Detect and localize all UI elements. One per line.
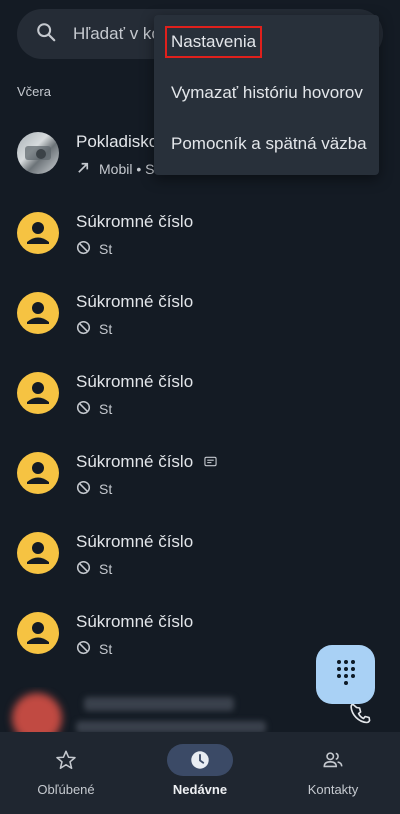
menu-item-label: Nastavenia: [164, 26, 263, 58]
nav-label: Nedávne: [172, 782, 228, 797]
menu-item-label: Vymazať históriu hovorov: [171, 83, 363, 102]
search-input[interactable]: Hľadať v ko: [73, 24, 161, 44]
nav-label: Obľúbené: [37, 782, 95, 797]
call-detail-text: St: [99, 401, 113, 417]
call-row[interactable]: Súkromné číslo St: [0, 512, 400, 592]
menu-item-label: Pomocník a spätná väzba: [171, 134, 367, 153]
nav-label: Kontakty: [307, 782, 359, 797]
dialpad-button[interactable]: [316, 645, 375, 704]
blocked-icon: [76, 560, 99, 578]
caller-name: Súkromné číslo: [76, 372, 194, 391]
dialpad-icon: [334, 658, 358, 691]
call-detail: St: [76, 400, 112, 418]
blurred-call-detail: [76, 721, 266, 732]
overflow-menu: Nastavenia Vymazať históriu hovorov Pomo…: [154, 15, 379, 175]
call-detail-text: St: [99, 561, 113, 577]
blocked-icon: [76, 240, 99, 258]
call-detail-text: St: [99, 321, 113, 337]
call-detail-text: Mobil • S: [99, 161, 155, 177]
nav-item-favorites[interactable]: Obľúbené: [16, 744, 116, 797]
bottom-nav: Obľúbené Nedávne Kontakty: [0, 732, 400, 814]
menu-item-help-feedback[interactable]: Pomocník a spätná väzba: [154, 119, 379, 169]
call-detail-text: St: [99, 241, 113, 257]
blurred-caller-name: [84, 697, 234, 711]
menu-item-clear-history[interactable]: Vymazať históriu hovorov: [154, 68, 379, 118]
nav-item-contacts[interactable]: Kontakty: [283, 744, 383, 797]
menu-item-settings[interactable]: Nastavenia: [154, 17, 379, 67]
call-detail: St: [76, 640, 112, 658]
section-header-yesterday: Včera: [17, 84, 51, 99]
clock-icon: [167, 744, 233, 776]
call-row[interactable]: Súkromné číslo St: [0, 192, 400, 272]
blocked-icon: [76, 640, 99, 658]
avatar: [17, 132, 59, 174]
caller-name: Súkromné číslo: [76, 452, 217, 473]
outgoing-arrow-icon: [76, 160, 99, 178]
call-row[interactable]: Súkromné číslo St: [0, 272, 400, 352]
caller-name: Pokladisko: [76, 132, 159, 151]
blocked-icon: [76, 320, 99, 338]
call-row[interactable]: Súkromné číslo St: [0, 432, 400, 512]
avatar: [17, 452, 59, 494]
call-detail: Mobil • S: [76, 160, 154, 178]
call-detail: St: [76, 480, 112, 498]
call-detail: St: [76, 320, 112, 338]
avatar: [17, 612, 59, 654]
avatar: [17, 532, 59, 574]
blocked-icon: [76, 480, 99, 498]
call-detail: St: [76, 240, 112, 258]
caller-name: Súkromné číslo: [76, 212, 194, 231]
people-icon: [300, 744, 366, 776]
blocked-icon: [76, 400, 99, 418]
rtt-icon: [204, 453, 217, 473]
call-detail: St: [76, 560, 112, 578]
call-row[interactable]: Súkromné číslo St: [0, 352, 400, 432]
avatar: [12, 693, 62, 732]
call-detail-text: St: [99, 481, 113, 497]
avatar: [17, 212, 59, 254]
phone-icon[interactable]: [350, 703, 374, 728]
star-icon: [33, 744, 99, 776]
avatar: [17, 372, 59, 414]
caller-name: Súkromné číslo: [76, 532, 194, 551]
avatar: [17, 292, 59, 334]
call-detail-text: St: [99, 641, 113, 657]
search-icon: [35, 21, 57, 48]
caller-name: Súkromné číslo: [76, 292, 194, 311]
nav-item-recents[interactable]: Nedávne: [150, 744, 250, 797]
caller-name-text: Súkromné číslo: [76, 452, 194, 471]
caller-name: Súkromné číslo: [76, 612, 194, 631]
